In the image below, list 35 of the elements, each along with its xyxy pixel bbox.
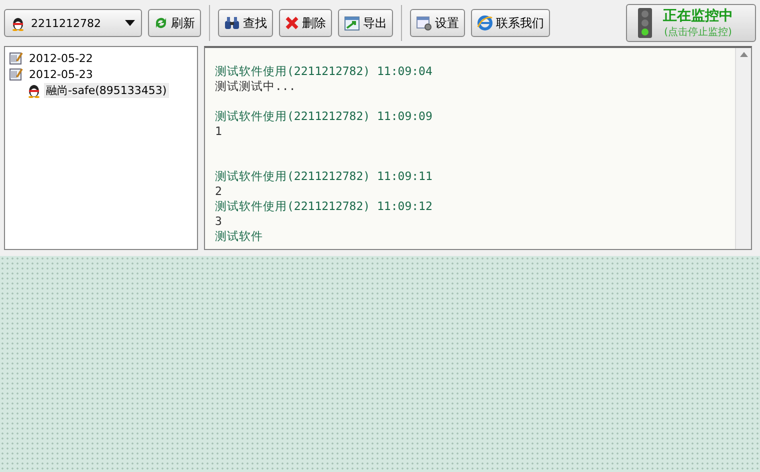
scroll-up-icon <box>740 52 748 57</box>
scrollbar[interactable] <box>735 48 751 249</box>
traffic-light-icon <box>635 7 655 39</box>
message-text: 3 <box>215 214 223 229</box>
message-header: 测试软件使用(2211212782) 11:09:11 <box>215 169 434 184</box>
delete-icon <box>285 16 299 30</box>
message-text: 测试测试中... <box>215 79 297 94</box>
settings-icon <box>416 16 432 30</box>
monitor-hint-text: (点击停止监控) <box>664 26 732 39</box>
caret-icon <box>125 20 135 26</box>
export-icon <box>344 16 360 30</box>
contact-button[interactable]: 联系我们 <box>471 9 550 37</box>
refresh-button[interactable]: 刷新 <box>148 9 201 37</box>
notepad-icon <box>9 67 24 81</box>
binoculars-icon <box>224 16 240 30</box>
penguin-icon <box>11 16 25 30</box>
monitor-status-text: 正在监控中 <box>663 7 733 25</box>
find-button[interactable]: 查找 <box>218 9 273 37</box>
export-button[interactable]: 导出 <box>338 9 393 37</box>
message-header: 测试软件 <box>215 229 264 244</box>
message-header: 测试软件使用(2211212782) 11:09:09 <box>215 109 434 124</box>
tree-item[interactable]: 融尚-safe(895133453) <box>44 82 169 98</box>
notepad-icon <box>9 51 24 65</box>
message-text: 2 <box>215 184 223 199</box>
settings-button[interactable]: 设置 <box>410 9 465 37</box>
penguin-icon <box>27 82 41 98</box>
message-text: 1 <box>215 124 223 139</box>
delete-button[interactable]: 删除 <box>279 9 332 37</box>
browser-e-icon <box>477 15 493 31</box>
message-header: 测试软件使用(2211212782) 11:09:04 <box>215 64 434 79</box>
refresh-icon <box>154 16 168 30</box>
tree-item[interactable]: 2012-05-22 <box>27 52 95 64</box>
message-header: 测试软件使用(2211212782) 11:09:12 <box>215 199 434 214</box>
tree-item[interactable]: 2012-05-23 <box>27 68 95 80</box>
account-dropdown[interactable]: 2211212782 <box>4 9 142 37</box>
